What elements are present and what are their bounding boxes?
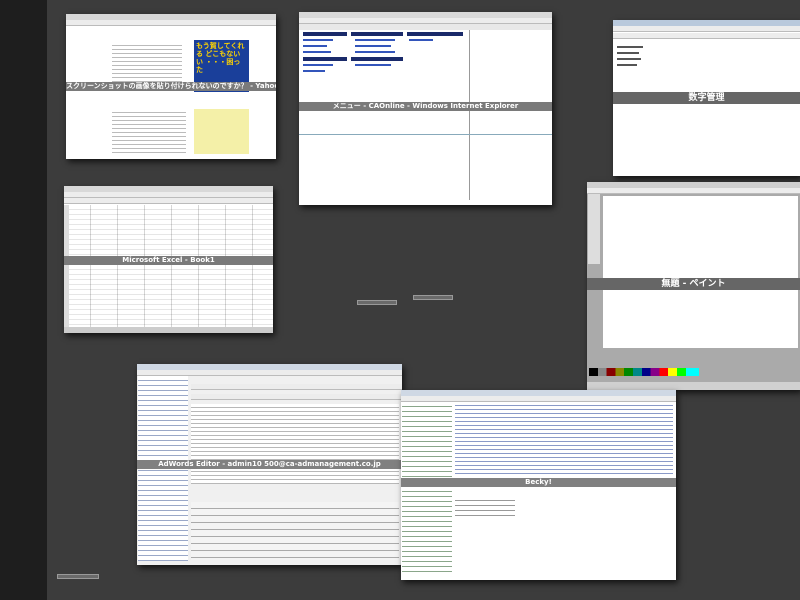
toolbox [588, 194, 600, 264]
menu-header [303, 32, 347, 36]
tab-strip [191, 394, 402, 400]
window-tabstrip [66, 20, 276, 26]
side-banner [194, 109, 249, 154]
menu-link[interactable] [303, 70, 325, 72]
desktop-edge [0, 0, 47, 600]
window-thumbnail-suji[interactable]: 数字管理 [613, 20, 800, 176]
menu-link[interactable] [355, 51, 395, 53]
menu-link[interactable] [409, 39, 433, 41]
page-text-block [112, 42, 182, 82]
menu-link[interactable] [355, 45, 391, 47]
window-thumbnail-excel[interactable]: Microsoft Excel - Book1 [64, 186, 273, 333]
menu-link[interactable] [303, 39, 333, 41]
scroll-divider [469, 30, 470, 200]
spreadsheet-grid [64, 205, 273, 327]
minimized-window[interactable] [413, 295, 453, 300]
menu-header [407, 32, 463, 36]
menu-header [303, 57, 347, 61]
data-table[interactable] [191, 404, 399, 484]
window-caption: メニュー - CAOnline - Windows Internet Explo… [299, 102, 552, 111]
minimized-window[interactable] [57, 574, 99, 579]
menu-link[interactable] [303, 45, 327, 47]
page-text-block [112, 109, 186, 154]
edit-panel[interactable] [191, 502, 399, 560]
tab-strip [191, 384, 402, 390]
file-item[interactable] [617, 52, 639, 54]
menu-link[interactable] [355, 39, 395, 41]
window-thumbnail-adwords[interactable]: AdWords Editor - admin10 500@ca-admanage… [137, 364, 402, 565]
status-divider [299, 134, 552, 135]
message-preview [455, 496, 515, 520]
window-thumbnail-ie[interactable]: メニュー - CAOnline - Windows Internet Explo… [299, 12, 552, 205]
sheet-tabs [64, 327, 273, 333]
window-menubar [587, 188, 800, 194]
message-list[interactable] [455, 402, 673, 474]
window-thumbnail-becky[interactable]: Becky! [401, 390, 676, 580]
window-caption: 無題 - ペイント [587, 278, 800, 290]
window-thumbnail-paint[interactable]: 無題 - ペイント [587, 182, 800, 390]
window-caption: スクリーンショットの画像を貼り付けられないのですか？ - Yahoo!知恵袋 -… [66, 82, 276, 91]
menu-header [351, 32, 403, 36]
window-thumbnail-chrome[interactable]: もう賀してくれる どこもないい ・・・困った スクリーンショットの画像を貼り付け… [66, 14, 276, 159]
color-palette[interactable] [589, 368, 699, 376]
paint-canvas[interactable] [603, 196, 798, 348]
window-caption: 数字管理 [613, 92, 800, 104]
window-caption: Becky! [401, 478, 676, 487]
status-bar [587, 382, 800, 390]
row-headers [64, 205, 69, 327]
minimized-window[interactable] [357, 300, 397, 305]
menu-link[interactable] [303, 51, 331, 53]
window-menubar [299, 24, 552, 30]
menu-link[interactable] [355, 64, 391, 66]
file-item[interactable] [617, 64, 637, 66]
formula-bar [64, 198, 273, 204]
file-item[interactable] [617, 46, 643, 48]
window-menubar [613, 26, 800, 32]
window-caption: Microsoft Excel - Book1 [64, 256, 273, 265]
file-item[interactable] [617, 58, 641, 60]
folder-tree[interactable] [402, 402, 452, 576]
menu-header [351, 57, 403, 61]
window-caption: AdWords Editor - admin10 500@ca-admanage… [137, 460, 402, 469]
menu-link[interactable] [303, 64, 333, 66]
window-addressbar [613, 33, 800, 39]
